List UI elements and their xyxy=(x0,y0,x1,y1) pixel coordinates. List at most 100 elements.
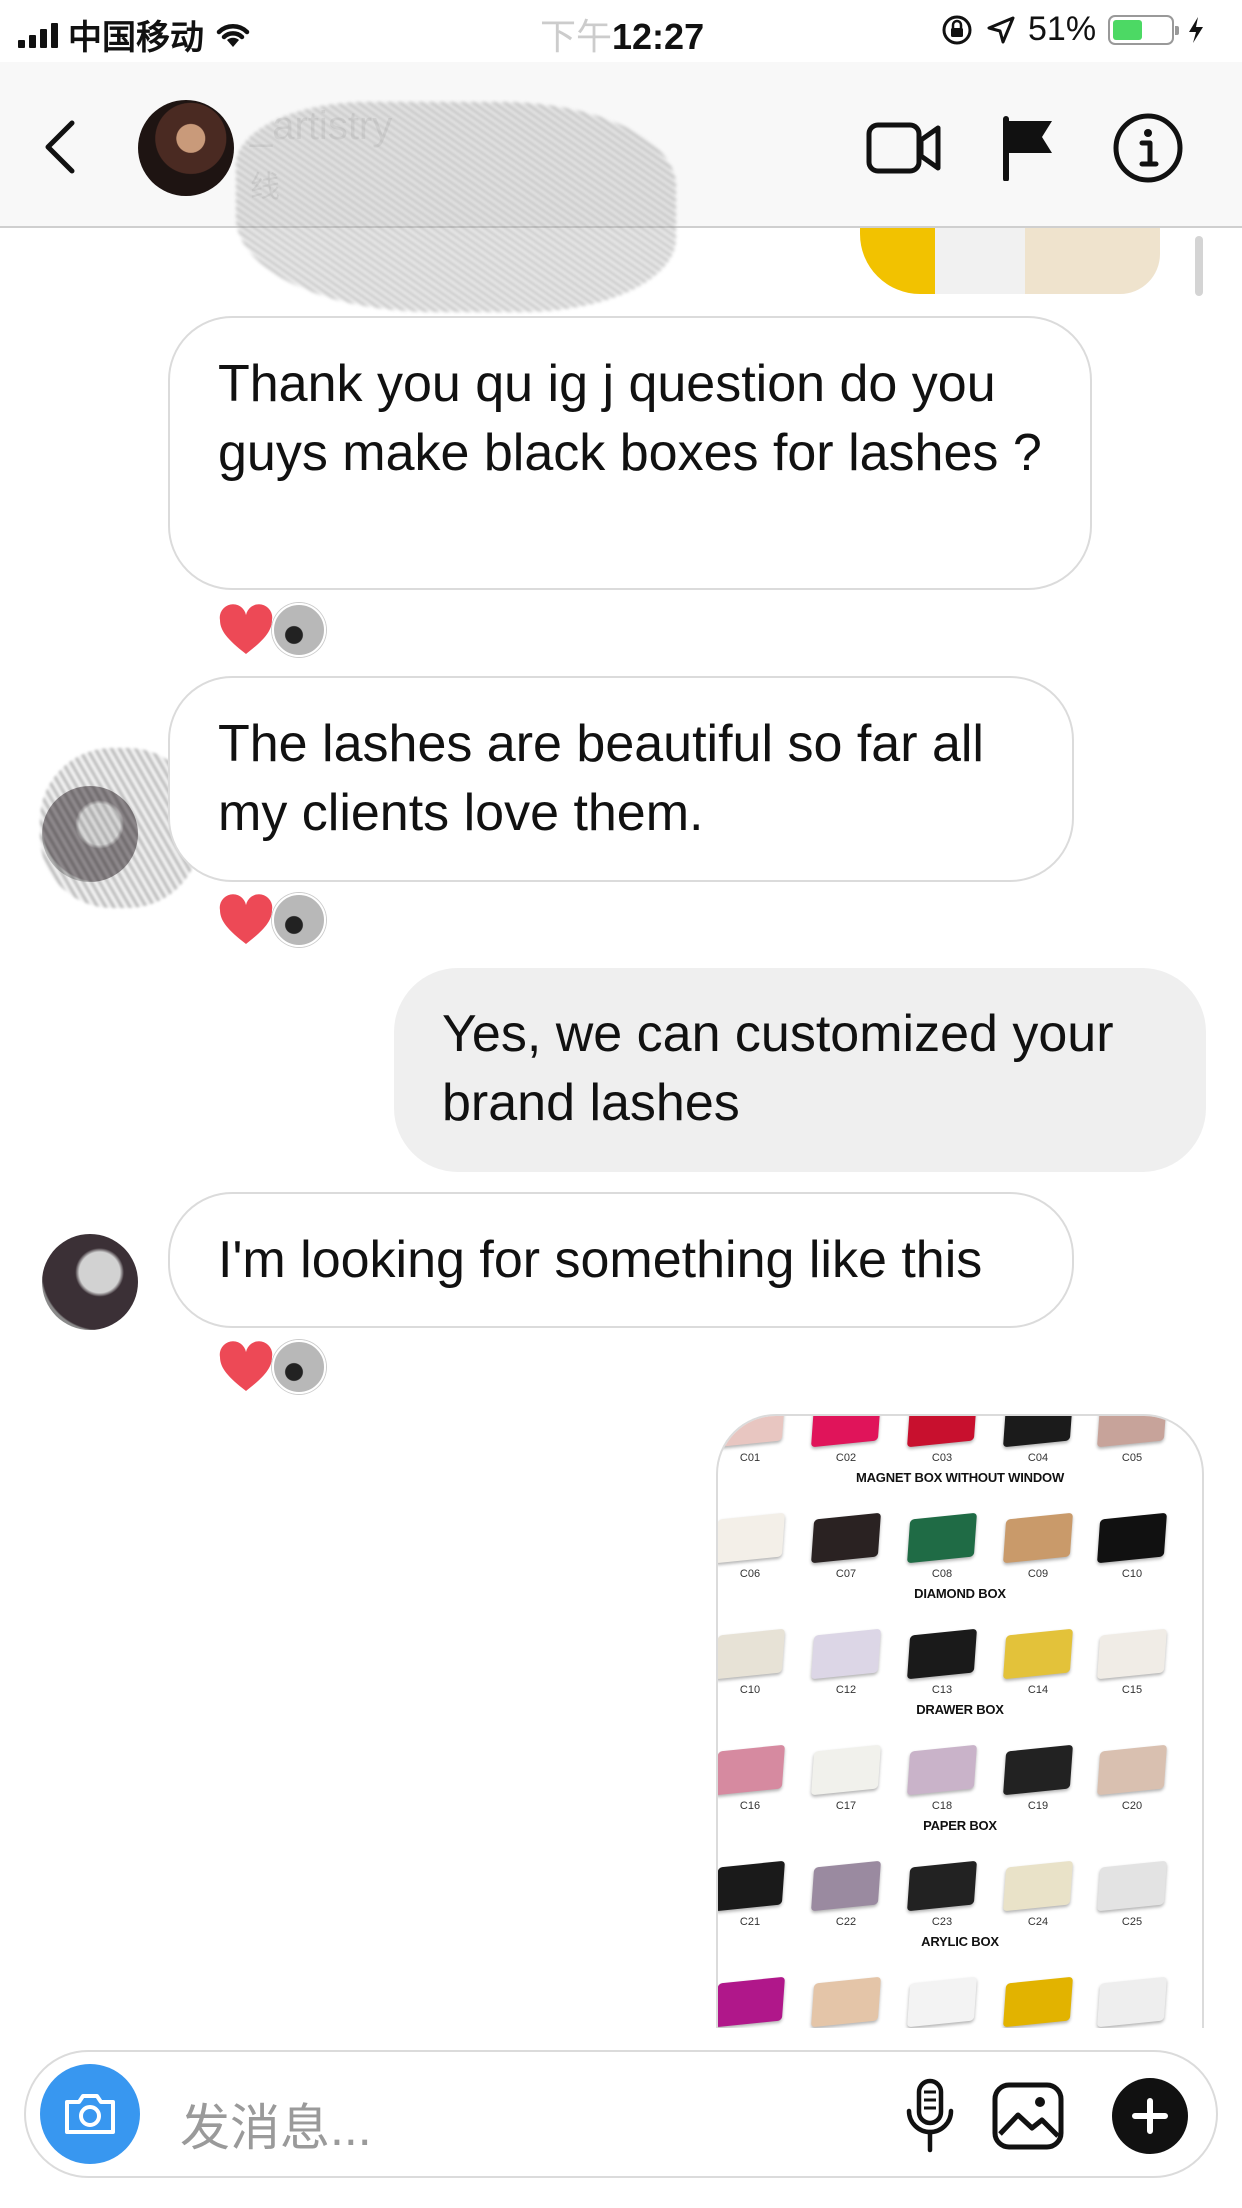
lash-box-image xyxy=(907,1744,977,1796)
lash-box-image xyxy=(718,1860,785,1912)
lash-box-image xyxy=(811,1744,881,1796)
catalog-code-label: C21 xyxy=(739,1916,761,1928)
reactor-avatar xyxy=(272,603,326,657)
lash-box-image xyxy=(811,1976,881,2028)
message-input[interactable]: 发消息... xyxy=(180,2088,372,2160)
camera-button[interactable] xyxy=(40,2064,140,2164)
message-bubble-outgoing[interactable]: Yes, we can customized your brand lashes xyxy=(394,968,1206,1172)
catalog-code-label: C05 xyxy=(1121,1452,1143,1464)
info-button[interactable] xyxy=(1110,110,1186,186)
flag-button[interactable] xyxy=(990,110,1066,186)
lash-box-image xyxy=(1097,1976,1167,2028)
clock-prefix: 下午 xyxy=(540,16,613,57)
message-text: Thank you qu ig j question do you guys m… xyxy=(218,355,1042,482)
video-call-icon xyxy=(866,122,941,174)
wifi-icon xyxy=(216,23,250,47)
battery-icon xyxy=(1108,14,1180,45)
heart-reaction-icon xyxy=(219,604,273,654)
catalog-section-title: MAGNET BOX WITHOUT WINDOW xyxy=(855,1470,1065,1485)
lash-box-image xyxy=(1097,1512,1167,1564)
shared-image-message[interactable]: C01 C02 C03 C04 C05 MAGNET BOX WITHOUT WINDOW… xyxy=(716,1414,1204,2028)
catalog-code-label: C23 xyxy=(931,1916,953,1928)
chat-header: _artistry 线 xyxy=(0,62,1242,312)
catalog-code-label: C25 xyxy=(1121,1916,1143,1928)
lash-box-image xyxy=(1003,1976,1073,2028)
battery-percent: 51% xyxy=(1028,10,1097,48)
message-reactions[interactable] xyxy=(218,893,326,947)
lash-box-image xyxy=(811,1512,881,1564)
lash-box-image xyxy=(718,1416,785,1448)
carrier-label: 中国移动 xyxy=(68,19,204,57)
catalog-code-label: C24 xyxy=(1027,1916,1049,1928)
info-icon xyxy=(1113,113,1183,183)
gallery-button[interactable] xyxy=(986,2074,1070,2158)
catalog-code-label: C04 xyxy=(1027,1452,1049,1464)
catalog-code-label: C14 xyxy=(1027,1684,1049,1696)
flag-icon xyxy=(1003,116,1052,181)
catalog-code-label: C01 xyxy=(739,1452,761,1464)
catalog-code-label: C10 xyxy=(739,1684,761,1696)
catalog-code-label: C13 xyxy=(931,1684,953,1696)
message-text: I'm looking for something like this xyxy=(218,1231,983,1289)
catalog-code-label: C12 xyxy=(835,1684,857,1696)
lash-box-image xyxy=(1003,1860,1073,1912)
reactor-avatar xyxy=(272,893,326,947)
plus-icon xyxy=(1132,2098,1168,2134)
message-composer: 发消息... xyxy=(24,2050,1218,2178)
voice-message-button[interactable] xyxy=(888,2074,972,2158)
contact-avatar[interactable] xyxy=(138,100,234,196)
camera-icon xyxy=(65,2094,115,2134)
message-bubble-incoming[interactable]: The lashes are beautiful so far all my c… xyxy=(168,676,1074,882)
clock: 下午12:27 xyxy=(540,8,740,60)
message-text: Yes, we can customized your brand lashes xyxy=(442,1005,1114,1132)
scrollbar[interactable] xyxy=(1195,236,1203,296)
carrier: 中国移动 xyxy=(18,10,252,59)
previous-sticker-message[interactable] xyxy=(860,228,1160,294)
orientation-lock-icon xyxy=(942,15,972,44)
message-reactions[interactable] xyxy=(218,1340,326,1394)
message-bubble-incoming[interactable]: Thank you qu ig j question do you guys m… xyxy=(168,316,1092,590)
location-arrow-icon xyxy=(987,16,1015,43)
redaction-scribble xyxy=(236,102,676,312)
lash-box-image xyxy=(1097,1860,1167,1912)
lash-box-image xyxy=(907,1628,977,1680)
catalog-code-label: C09 xyxy=(1027,1568,1049,1580)
message-bubble-incoming[interactable]: I'm looking for something like this xyxy=(168,1192,1074,1328)
catalog-code-label: C19 xyxy=(1027,1800,1049,1812)
chevron-left-icon[interactable] xyxy=(40,117,80,177)
clock-time: 12:27 xyxy=(612,16,705,57)
catalog-code-label: C20 xyxy=(1121,1800,1143,1812)
gallery-icon xyxy=(992,2082,1064,2150)
signal-icon xyxy=(18,22,58,48)
catalog-code-label: C16 xyxy=(739,1800,761,1812)
reactor-avatar xyxy=(272,1340,326,1394)
charging-icon xyxy=(1189,16,1204,43)
lash-box-image xyxy=(718,1744,785,1796)
video-call-button[interactable] xyxy=(866,110,942,186)
sender-avatar[interactable] xyxy=(42,1234,138,1330)
lash-box-image xyxy=(718,1976,785,2028)
more-options-button[interactable] xyxy=(1112,2078,1188,2154)
microphone-icon xyxy=(906,2078,954,2153)
lash-box-image xyxy=(907,1860,977,1912)
lash-box-image xyxy=(907,1416,977,1448)
catalog-code-label: C10 xyxy=(1121,1568,1143,1580)
lash-box-image xyxy=(811,1416,881,1448)
lash-box-image xyxy=(811,1628,881,1680)
catalog-code-label: C06 xyxy=(739,1568,761,1580)
lash-box-image xyxy=(718,1512,785,1564)
catalog-code-label: C03 xyxy=(931,1452,953,1464)
status-right: 51% xyxy=(940,10,1206,49)
catalog-code-label: C18 xyxy=(931,1800,953,1812)
lash-box-image xyxy=(907,1512,977,1564)
lash-box-image xyxy=(718,1628,785,1680)
message-reactions[interactable] xyxy=(218,603,326,657)
catalog-section-title: DRAWER BOX xyxy=(916,1702,1004,1717)
catalog-section-title: ARYLIC BOX xyxy=(921,1934,999,1949)
lash-box-image xyxy=(1003,1512,1073,1564)
catalog-section-title: DIAMOND BOX xyxy=(914,1586,1006,1601)
lash-box-image xyxy=(1003,1744,1073,1796)
catalog-code-label: C15 xyxy=(1121,1684,1143,1696)
message-text: The lashes are beautiful so far all my c… xyxy=(218,715,984,842)
lash-box-image xyxy=(907,1976,977,2028)
